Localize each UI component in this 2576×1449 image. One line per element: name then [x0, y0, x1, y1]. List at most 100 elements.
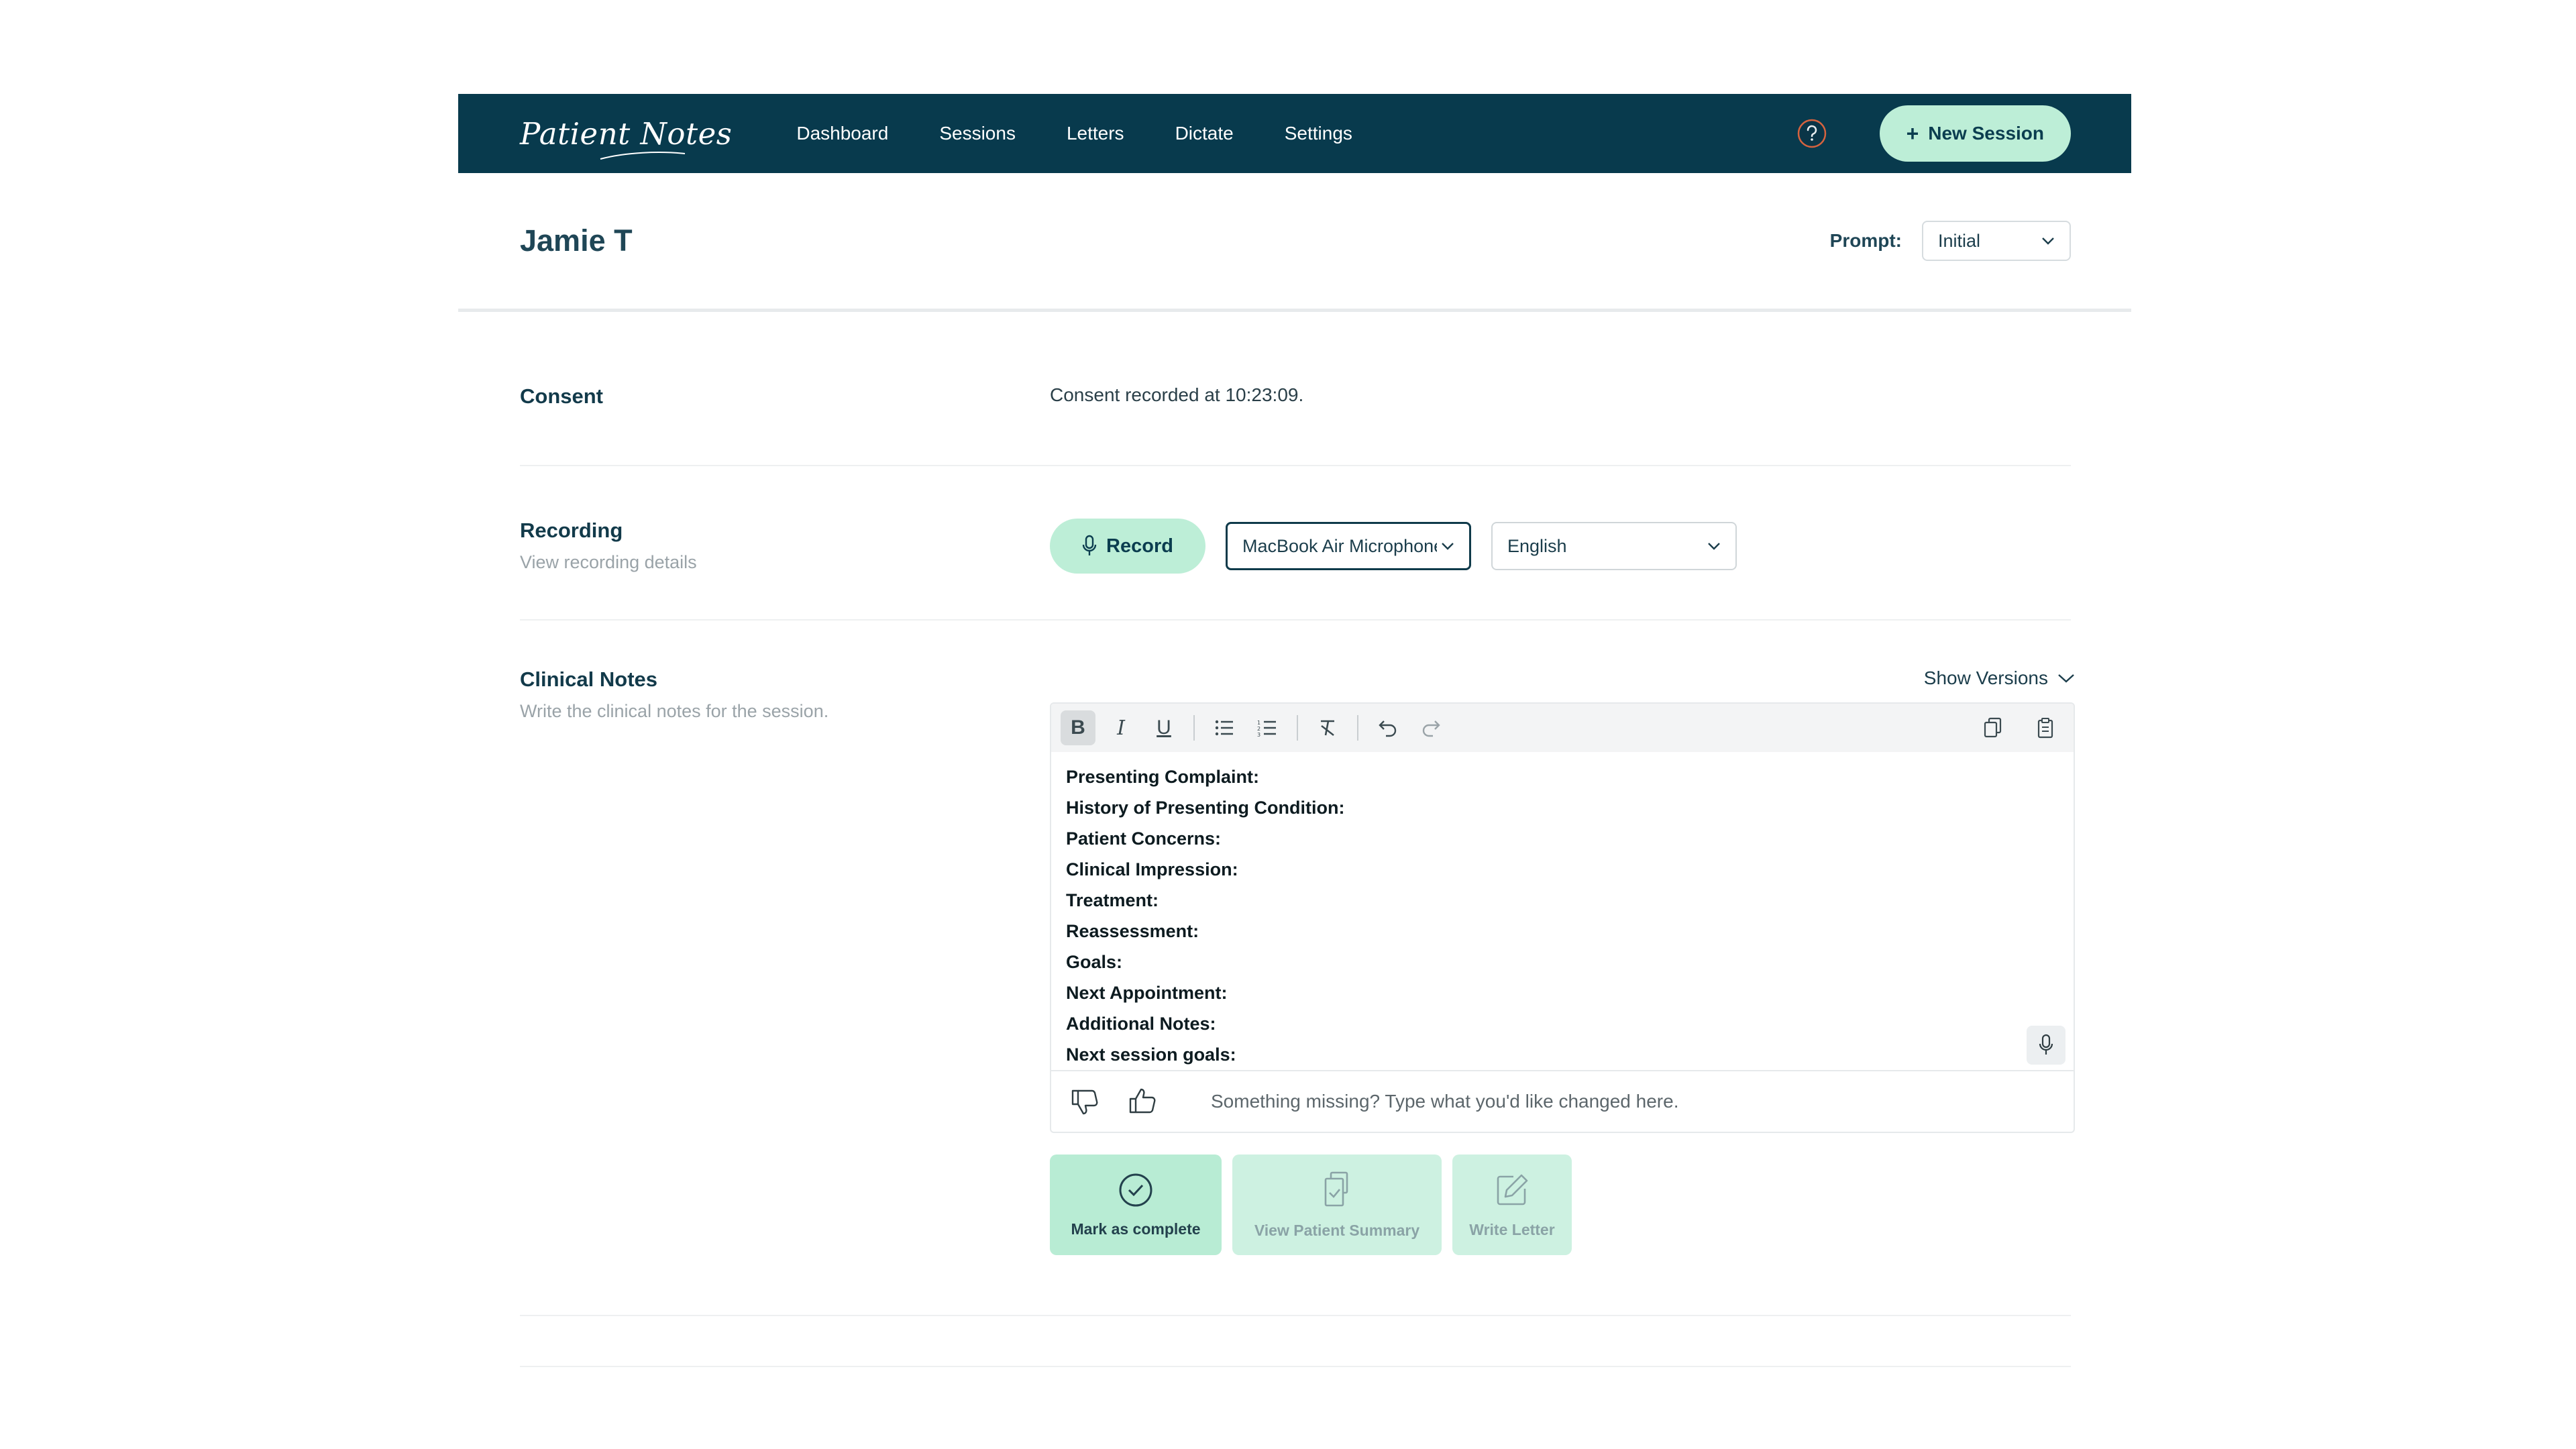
- new-session-label: New Session: [1928, 123, 2044, 144]
- dictate-button[interactable]: [2027, 1026, 2065, 1065]
- redo-icon: [1422, 720, 1440, 737]
- nav-settings[interactable]: Settings: [1285, 123, 1352, 144]
- chevron-down-icon: [2042, 237, 2054, 245]
- consent-section: Consent Consent recorded at 10:23:09.: [520, 312, 2071, 466]
- check-circle-icon: [1119, 1173, 1152, 1206]
- microphone-select-value: MacBook Air Microphone: [1242, 535, 1437, 556]
- bullet-list-button[interactable]: [1207, 710, 1242, 745]
- view-patient-summary-label: View Patient Summary: [1254, 1221, 1420, 1239]
- note-heading: Goals:: [1066, 952, 1123, 972]
- toolbar-divider: [1297, 715, 1298, 741]
- feedback-bar: [1051, 1071, 2074, 1132]
- session-header: Jamie T Prompt: Initial: [458, 173, 2131, 312]
- copy-formatted-button[interactable]: [1976, 710, 2010, 745]
- notes-document[interactable]: Presenting Complaint: History of Present…: [1051, 752, 2074, 1071]
- editor-toolbar: B I U 1 2 3: [1051, 704, 2074, 752]
- bullet-list-icon: [1215, 720, 1233, 736]
- note-heading: Additional Notes:: [1066, 1014, 1216, 1034]
- notes-left: Clinical Notes Write the clinical notes …: [520, 667, 1050, 1315]
- clinical-notes-section: Clinical Notes Write the clinical notes …: [520, 621, 2075, 1316]
- main-content: Consent Consent recorded at 10:23:09. Re…: [458, 312, 2131, 1367]
- app-window: Patient Notes Dashboard Sessions Letters…: [458, 94, 2131, 1367]
- microphone-select[interactable]: MacBook Air Microphone: [1226, 522, 1471, 570]
- microphone-icon: [1082, 535, 1097, 555]
- microphone-icon: [2039, 1034, 2053, 1055]
- plus-icon: +: [1906, 121, 1919, 146]
- thumbs-down-button[interactable]: [1067, 1084, 1102, 1119]
- toolbar-divider: [1193, 715, 1195, 741]
- nav-letters[interactable]: Letters: [1067, 123, 1124, 144]
- recording-left: Recording View recording details: [520, 519, 1050, 619]
- nav-dashboard[interactable]: Dashboard: [796, 123, 888, 144]
- recording-controls: Record MacBook Air Microphone English: [1050, 519, 2071, 574]
- bold-icon: B: [1071, 716, 1085, 739]
- thumbs-up-button[interactable]: [1125, 1084, 1160, 1119]
- record-button[interactable]: Record: [1050, 519, 1205, 574]
- underline-button[interactable]: U: [1146, 710, 1181, 745]
- footer-divider: [520, 1366, 2071, 1367]
- redo-button[interactable]: [1413, 710, 1448, 745]
- toolbar-right: [1972, 710, 2067, 745]
- nav-dictate[interactable]: Dictate: [1175, 123, 1234, 144]
- prompt-select-value: Initial: [1938, 230, 1981, 251]
- consent-title: Consent: [520, 384, 603, 408]
- help-circle-icon[interactable]: [1796, 118, 1827, 149]
- chevron-down-icon: [2058, 674, 2074, 683]
- clipboard-icon: [2037, 718, 2053, 739]
- thumbs-down-icon: [1071, 1089, 1098, 1115]
- consent-text: Consent recorded at 10:23:09.: [1050, 384, 1304, 405]
- clear-formatting-button[interactable]: [1310, 710, 1345, 745]
- nav-sessions[interactable]: Sessions: [939, 123, 1016, 144]
- numbered-list-button[interactable]: 1 2 3: [1250, 710, 1285, 745]
- language-select[interactable]: English: [1491, 522, 1737, 570]
- italic-icon: I: [1117, 716, 1125, 740]
- write-letter-button[interactable]: Write Letter: [1452, 1155, 1572, 1255]
- prompt-select[interactable]: Initial: [1922, 221, 2071, 261]
- view-patient-summary-button[interactable]: View Patient Summary: [1232, 1155, 1442, 1255]
- bold-button[interactable]: B: [1061, 710, 1095, 745]
- note-heading: History of Presenting Condition:: [1066, 798, 1345, 818]
- recording-section: Recording View recording details Record …: [520, 466, 2071, 621]
- show-versions-toggle[interactable]: Show Versions: [1924, 667, 2075, 689]
- chevron-down-icon: [1442, 543, 1454, 550]
- feedback-input[interactable]: [1210, 1090, 2057, 1113]
- patient-name: Jamie T: [520, 223, 633, 258]
- mark-complete-label: Mark as complete: [1071, 1220, 1201, 1238]
- recording-title: Recording: [520, 519, 623, 542]
- prompt-control: Prompt: Initial: [1830, 221, 2071, 261]
- nav-links: Dashboard Sessions Letters Dictate Setti…: [796, 123, 1352, 144]
- thumbs-up-icon: [1129, 1088, 1156, 1114]
- record-label: Record: [1106, 535, 1173, 557]
- note-actions: Mark as complete View Patient Summary Wr…: [1050, 1155, 2075, 1255]
- note-heading: Clinical Impression:: [1066, 859, 1238, 879]
- svg-text:3: 3: [1257, 732, 1260, 737]
- notes-right: Show Versions B I U 1 2 3 Presenting Com…: [1050, 667, 2075, 1315]
- note-heading: Next session goals:: [1066, 1044, 1236, 1065]
- logo-swoosh-icon: [600, 151, 686, 160]
- edit-icon: [1497, 1174, 1528, 1205]
- notes-title: Clinical Notes: [520, 667, 657, 691]
- new-session-button[interactable]: + New Session: [1879, 105, 2071, 162]
- note-heading: Next Appointment:: [1066, 983, 1228, 1003]
- notes-subtitle: Write the clinical notes for the session…: [520, 701, 829, 721]
- chevron-down-icon: [1708, 543, 1720, 550]
- toolbar-divider: [1357, 715, 1358, 741]
- recording-right: Record MacBook Air Microphone English: [1050, 519, 2071, 619]
- clear-formatting-icon: [1321, 720, 1334, 736]
- logo[interactable]: Patient Notes: [520, 119, 732, 160]
- clipboard-check-icon: [1324, 1171, 1348, 1206]
- mark-complete-button[interactable]: Mark as complete: [1050, 1155, 1222, 1255]
- svg-text:1: 1: [1257, 720, 1260, 726]
- language-select-value: English: [1507, 535, 1567, 556]
- show-versions-label: Show Versions: [1923, 667, 2048, 688]
- prompt-label: Prompt:: [1829, 230, 1902, 251]
- numbered-list-icon: 1 2 3: [1257, 720, 1276, 737]
- copy-plain-button[interactable]: [2028, 710, 2063, 745]
- undo-icon: [1379, 720, 1397, 737]
- note-heading: Reassessment:: [1066, 921, 1199, 941]
- undo-button[interactable]: [1371, 710, 1405, 745]
- note-heading: Treatment:: [1066, 890, 1159, 910]
- consent-right: Consent recorded at 10:23:09.: [1050, 384, 2071, 406]
- recording-details-link[interactable]: View recording details: [520, 552, 1050, 573]
- italic-button[interactable]: I: [1104, 710, 1138, 745]
